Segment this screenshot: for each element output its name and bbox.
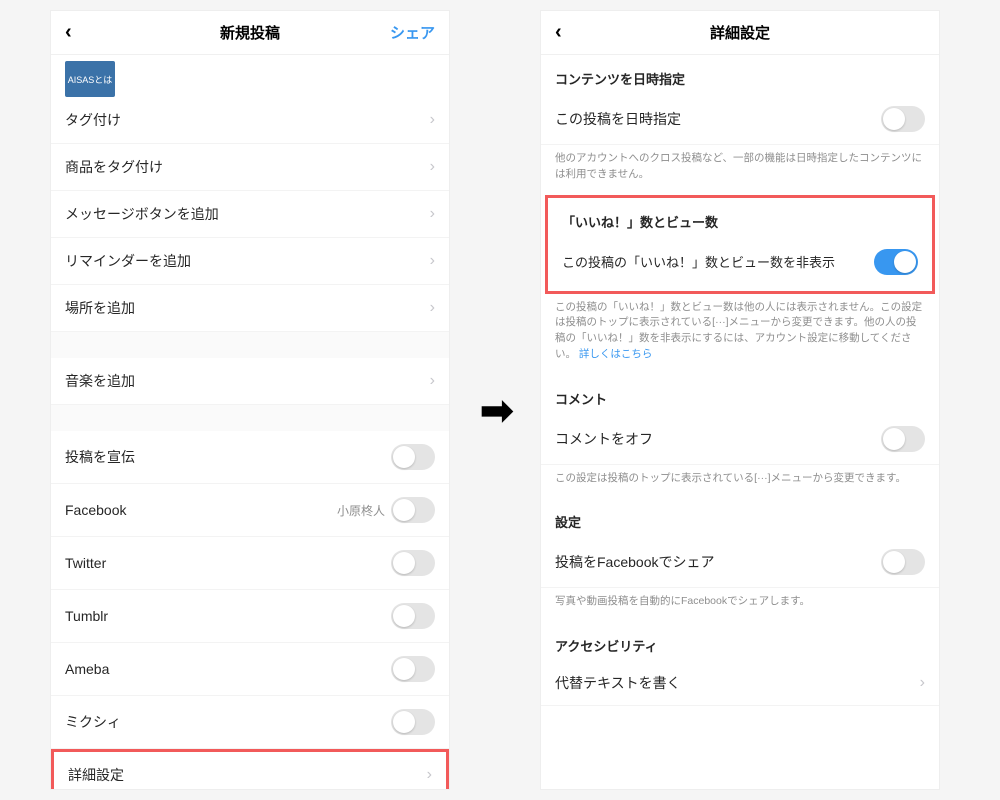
arrow-right-icon: ➡ xyxy=(480,388,514,434)
hide-likes-toggle[interactable] xyxy=(874,249,918,275)
post-thumbnail: AISASとは xyxy=(65,61,115,97)
label: Facebook xyxy=(65,502,126,518)
row-tag-people[interactable]: タグ付け › xyxy=(51,97,449,144)
comments-toggle[interactable] xyxy=(881,426,925,452)
chevron-right-icon: › xyxy=(920,674,925,692)
settings-description: 写真や動画投稿を自動的にFacebookでシェアします。 xyxy=(541,588,939,622)
label: 場所を追加 xyxy=(65,298,135,318)
page-title: 詳細設定 xyxy=(710,22,770,43)
chevron-right-icon: › xyxy=(430,252,435,270)
likes-highlight-box: 「いいね！」数とビュー数 この投稿の「いいね！」数とビュー数を非表示 xyxy=(545,195,935,294)
tumblr-toggle[interactable] xyxy=(391,603,435,629)
schedule-description: 他のアカウントへのクロス投稿など、一部の機能は日時指定したコンテンツには利用でき… xyxy=(541,145,939,195)
row-share-facebook[interactable]: 投稿をFacebookでシェア xyxy=(541,537,939,588)
row-ameba[interactable]: Ameba xyxy=(51,643,449,696)
label: 代替テキストを書く xyxy=(555,673,681,693)
chevron-right-icon: › xyxy=(430,299,435,317)
row-comments-off[interactable]: コメントをオフ xyxy=(541,414,939,465)
facebook-toggle[interactable] xyxy=(391,497,435,523)
label: メッセージボタンを追加 xyxy=(65,204,219,224)
section-accessibility-header: アクセシビリティ xyxy=(541,622,939,661)
divider xyxy=(51,332,449,358)
row-schedule-post[interactable]: この投稿を日時指定 xyxy=(541,94,939,145)
facebook-account: 小原柊人 xyxy=(337,502,385,519)
row-add-reminder[interactable]: リマインダーを追加 › xyxy=(51,238,449,285)
page-title: 新規投稿 xyxy=(220,22,280,43)
comments-description: この設定は投稿のトップに表示されている[···]メニューから変更できます。 xyxy=(541,465,939,499)
advanced-settings-screen: ‹ 詳細設定 コンテンツを日時指定 この投稿を日時指定 他のアカウントへのクロス… xyxy=(540,10,940,790)
row-add-music[interactable]: 音楽を追加 › xyxy=(51,358,449,405)
label: Ameba xyxy=(65,661,109,677)
label: タグ付け xyxy=(65,110,121,130)
chevron-right-icon: › xyxy=(430,158,435,176)
label: コメントをオフ xyxy=(555,429,653,449)
label: この投稿の「いいね！」数とビュー数を非表示 xyxy=(562,252,835,271)
mixi-toggle[interactable] xyxy=(391,709,435,735)
promote-toggle[interactable] xyxy=(391,444,435,470)
section-schedule-header: コンテンツを日時指定 xyxy=(541,55,939,94)
row-add-location[interactable]: 場所を追加 › xyxy=(51,285,449,332)
row-alt-text[interactable]: 代替テキストを書く › xyxy=(541,661,939,706)
label: 商品をタグ付け xyxy=(65,157,163,177)
label: 詳細設定 xyxy=(68,765,124,785)
chevron-right-icon: › xyxy=(430,205,435,223)
chevron-right-icon: › xyxy=(430,111,435,129)
section-settings-header: 設定 xyxy=(541,498,939,537)
new-post-screen: ‹ 新規投稿 シェア AISASとは タグ付け › 商品をタグ付け › メッセー… xyxy=(50,10,450,790)
header: ‹ 新規投稿 シェア xyxy=(51,11,449,55)
chevron-right-icon: › xyxy=(430,372,435,390)
likes-description: この投稿の「いいね！」数とビュー数は他の人には表示されません。この設定は投稿のト… xyxy=(541,294,939,375)
learn-more-link[interactable]: 詳しくはこちら xyxy=(579,348,653,360)
chevron-right-icon: › xyxy=(427,766,432,784)
label: Twitter xyxy=(65,555,106,571)
section-likes-header: 「いいね！」数とビュー数 xyxy=(548,198,932,237)
row-add-message-button[interactable]: メッセージボタンを追加 › xyxy=(51,191,449,238)
twitter-toggle[interactable] xyxy=(391,550,435,576)
label: この投稿を日時指定 xyxy=(555,109,681,129)
row-twitter[interactable]: Twitter xyxy=(51,537,449,590)
row-tag-products[interactable]: 商品をタグ付け › xyxy=(51,144,449,191)
label: Tumblr xyxy=(65,608,108,624)
row-tumblr[interactable]: Tumblr xyxy=(51,590,449,643)
back-icon[interactable]: ‹ xyxy=(555,21,562,44)
share-facebook-toggle[interactable] xyxy=(881,549,925,575)
label: ミクシィ xyxy=(65,712,121,732)
ameba-toggle[interactable] xyxy=(391,656,435,682)
back-icon[interactable]: ‹ xyxy=(65,21,72,44)
row-hide-likes[interactable]: この投稿の「いいね！」数とビュー数を非表示 xyxy=(548,237,932,287)
label: リマインダーを追加 xyxy=(65,251,191,271)
row-mixi[interactable]: ミクシィ xyxy=(51,696,449,749)
schedule-toggle[interactable] xyxy=(881,106,925,132)
label: 音楽を追加 xyxy=(65,371,135,391)
row-facebook[interactable]: Facebook 小原柊人 xyxy=(51,484,449,537)
share-button[interactable]: シェア xyxy=(390,22,435,43)
divider xyxy=(51,405,449,431)
row-advanced-settings[interactable]: 詳細設定 › xyxy=(51,749,449,790)
header: ‹ 詳細設定 xyxy=(541,11,939,55)
section-comments-header: コメント xyxy=(541,375,939,414)
row-promote-post[interactable]: 投稿を宣伝 xyxy=(51,431,449,484)
label: 投稿を宣伝 xyxy=(65,447,135,467)
label: 投稿をFacebookでシェア xyxy=(555,552,714,572)
